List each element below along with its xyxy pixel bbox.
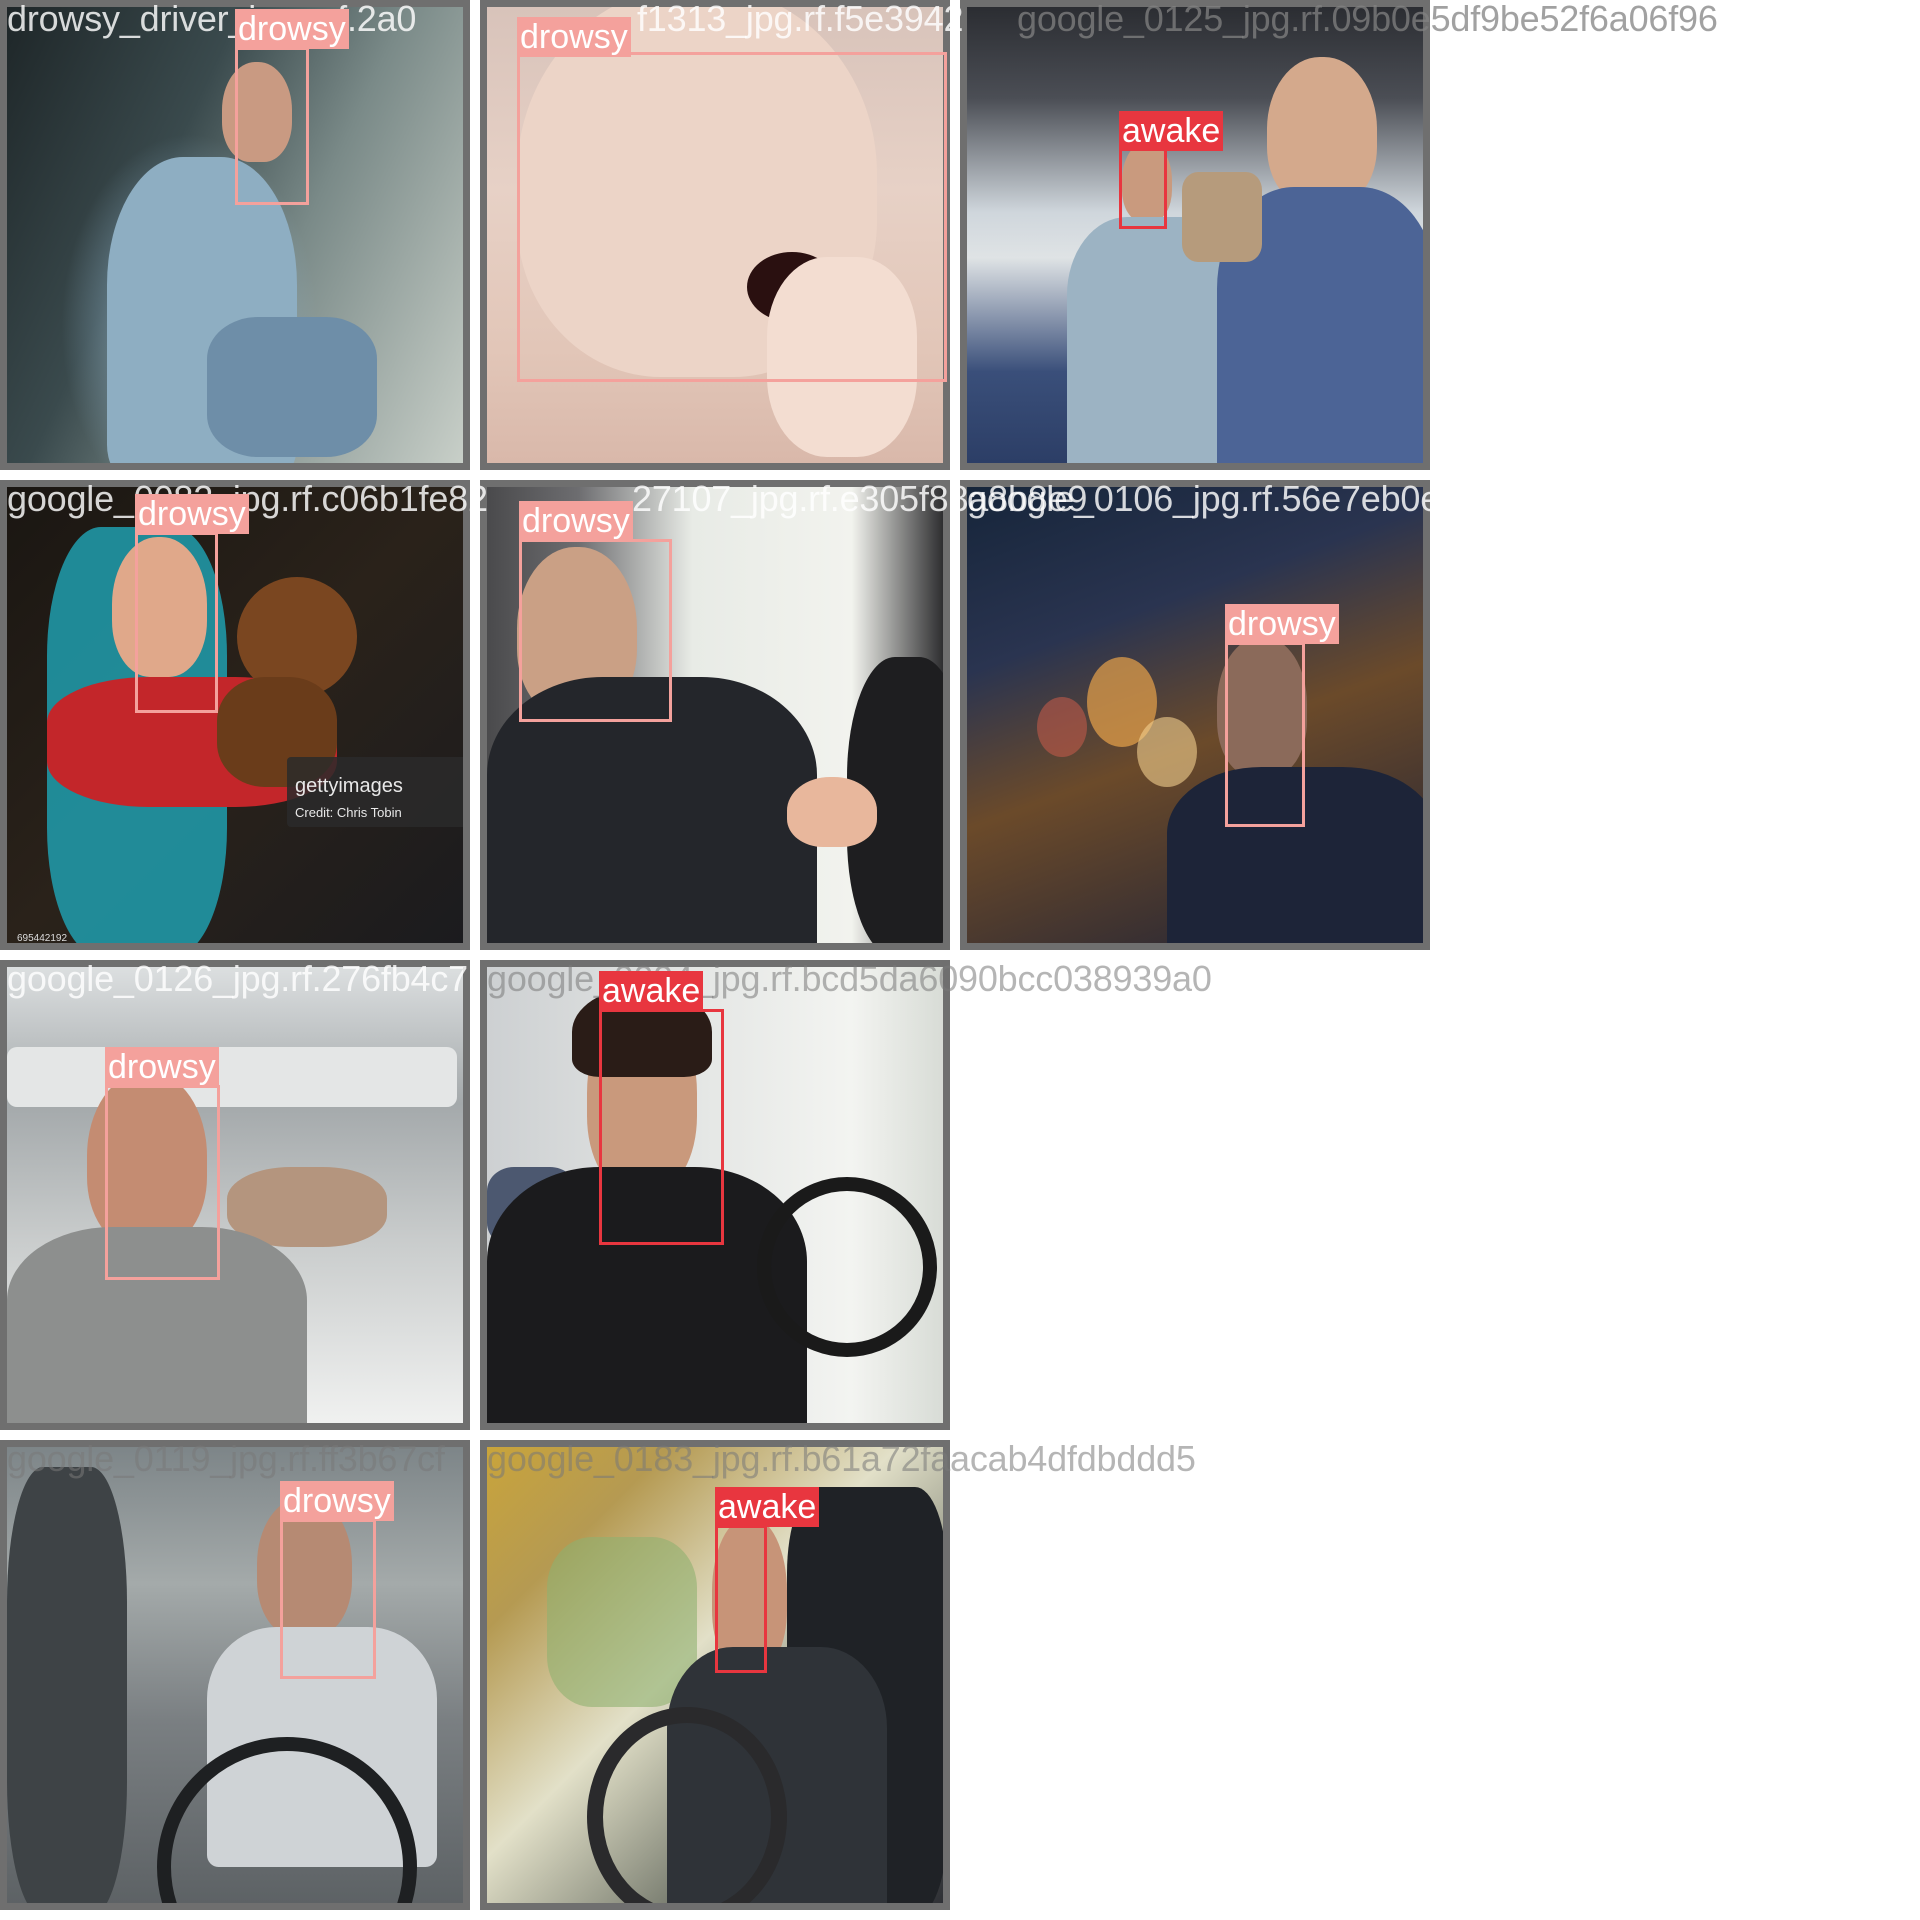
tile-10: awake google_0183_jpg.rf.b61a72faacab4df… [480,1440,1196,1910]
detection-label: awake [1119,111,1224,151]
tile-5: drowsy 27107_jpg.rf.e305f88a8b8e9 [480,480,1087,950]
detection-box [135,532,218,713]
detection-box [105,1085,220,1280]
tile-9: drowsy google_0119_jpg.rf.ff3b67cf [0,1440,470,1910]
tile-2: drowsy f1313_jpg.rf.f5e3942 [480,0,963,470]
tile-photo [967,487,1423,943]
detection-label: drowsy [105,1047,219,1087]
tile-photo [967,7,1423,463]
detection-box [715,1525,767,1673]
detection-label: drowsy [1225,604,1339,644]
detection-box [1119,147,1167,229]
detection-box [1225,642,1305,827]
detection-box [517,52,947,382]
detection-label: drowsy [519,501,633,541]
watermark-id: 695442192 [17,933,68,944]
tile-1: drowsy drowsy_driver_jpeg.rf.2a0 [0,0,470,470]
tile-photo [7,967,463,1423]
detection-box [599,1009,724,1245]
detection-label: awake [599,971,704,1011]
tile-3: awake google_0125_jpg.rf.09b0e5df9be52f6… [960,0,1718,470]
tile-photo [7,487,463,943]
tile-photo [7,1447,463,1903]
watermark-credit: Credit: Chris Tobin [295,805,402,820]
detection-label: drowsy [280,1481,394,1521]
tile-8: awake google_0094_jpg.rf.bcd5da6090bcc03… [480,960,1212,1430]
tile-4: drowsy gettyimages Credit: Chris Tobin 6… [0,480,488,950]
detection-label: drowsy [135,494,249,534]
detection-box [519,539,672,722]
tile-7: drowsy google_0126_jpg.rf.276fb4c7 [0,960,470,1430]
detection-label: drowsy [235,9,349,49]
detection-label: drowsy [517,17,631,57]
detection-box [280,1519,376,1679]
detection-label: awake [715,1487,820,1527]
detection-box [235,47,309,205]
tile-6: drowsy google_0106_jpg.rf.56e7eb0e1adf8a… [960,480,1686,950]
watermark-brand: gettyimages [295,775,403,797]
